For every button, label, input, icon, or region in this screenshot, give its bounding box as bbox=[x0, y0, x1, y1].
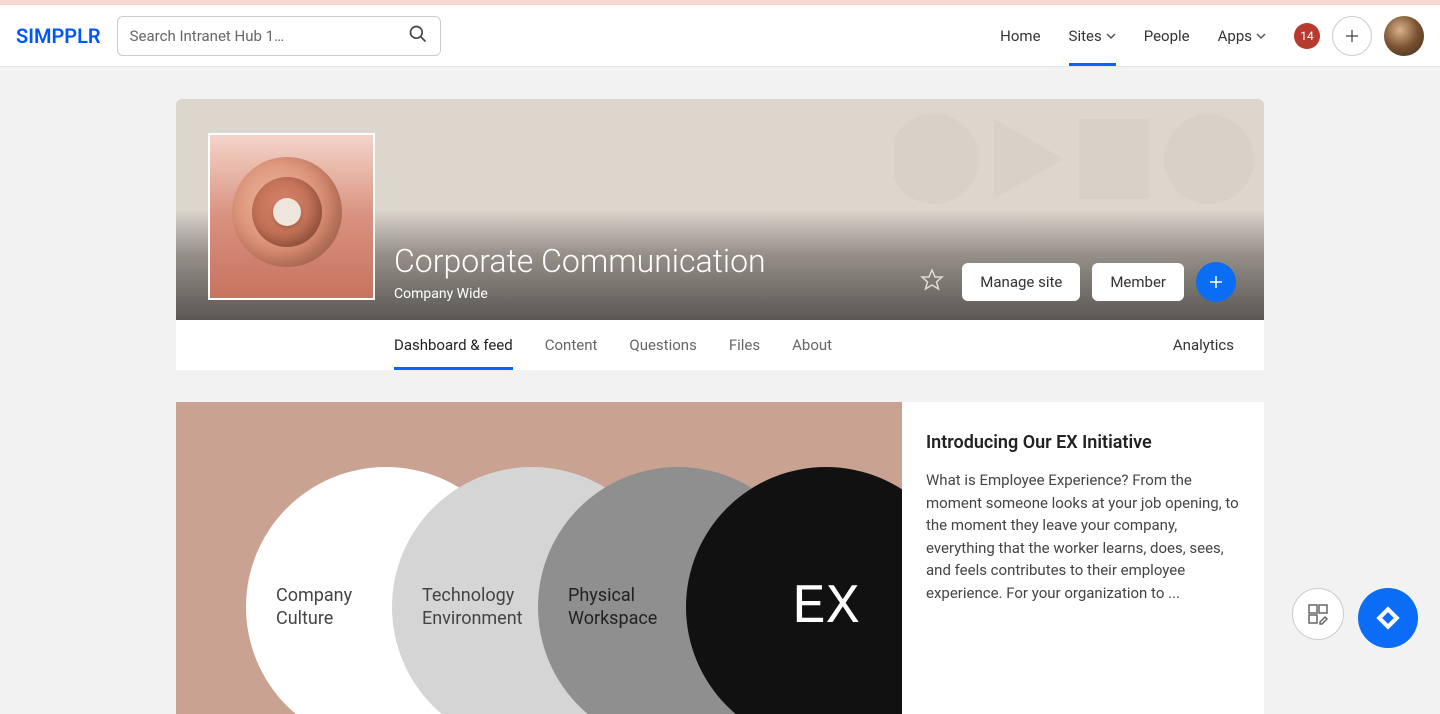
global-header: SIMPPLR Home Sites People Apps 14 bbox=[0, 5, 1440, 67]
nav-sites[interactable]: Sites bbox=[1055, 5, 1130, 66]
diagram-label: Technology bbox=[422, 584, 514, 607]
site-hero: Corporate Communication Company Wide Man… bbox=[176, 99, 1264, 320]
brand-logo[interactable]: SIMPPLR bbox=[16, 24, 101, 48]
nav-home[interactable]: Home bbox=[986, 5, 1054, 66]
feature-card: Company Culture Technology Environment P… bbox=[176, 402, 1264, 714]
analytics-link[interactable]: Analytics bbox=[1173, 336, 1234, 354]
hero-text: Corporate Communication Company Wide bbox=[394, 242, 766, 302]
help-button[interactable] bbox=[1358, 588, 1418, 648]
primary-nav: Home Sites People Apps 14 bbox=[986, 5, 1424, 66]
member-button[interactable]: Member bbox=[1092, 263, 1184, 301]
tab-files[interactable]: Files bbox=[713, 320, 776, 370]
chevron-down-icon bbox=[1106, 27, 1116, 45]
plus-icon bbox=[1343, 27, 1361, 45]
search-input[interactable] bbox=[130, 27, 408, 45]
feature-card-image: Company Culture Technology Environment P… bbox=[176, 402, 902, 714]
floating-actions bbox=[1292, 588, 1418, 648]
diagram-label: Physical bbox=[568, 584, 635, 607]
diagram-label: Culture bbox=[276, 607, 333, 630]
tab-about[interactable]: About bbox=[776, 320, 848, 370]
favorite-button[interactable] bbox=[920, 268, 944, 296]
edit-layout-button[interactable] bbox=[1292, 588, 1344, 640]
diamond-icon bbox=[1374, 604, 1402, 632]
feature-card-text: Introducing Our EX Initiative What is Em… bbox=[902, 402, 1264, 714]
feature-card-body: What is Employee Experience? From the mo… bbox=[926, 469, 1240, 604]
nav-people[interactable]: People bbox=[1130, 5, 1204, 66]
hero-decorative-shapes bbox=[894, 109, 1254, 213]
tab-questions[interactable]: Questions bbox=[613, 320, 712, 370]
megaphone-icon bbox=[232, 157, 352, 277]
site-title: Corporate Communication bbox=[394, 242, 766, 280]
nav-apps-label: Apps bbox=[1218, 27, 1252, 45]
tab-dashboard[interactable]: Dashboard & feed bbox=[394, 320, 529, 370]
notifications-badge[interactable]: 14 bbox=[1294, 23, 1320, 49]
search-icon bbox=[408, 24, 428, 48]
nav-sites-label: Sites bbox=[1069, 27, 1102, 45]
feature-card-title[interactable]: Introducing Our EX Initiative bbox=[926, 432, 1240, 453]
layout-edit-icon bbox=[1306, 602, 1330, 626]
tab-content[interactable]: Content bbox=[529, 320, 614, 370]
chevron-down-icon bbox=[1256, 27, 1266, 45]
hero-actions: Manage site Member bbox=[920, 262, 1236, 302]
manage-site-button[interactable]: Manage site bbox=[962, 263, 1080, 301]
diagram-label: Environment bbox=[422, 607, 523, 630]
user-avatar[interactable] bbox=[1384, 16, 1424, 56]
plus-icon bbox=[1207, 273, 1225, 291]
star-icon bbox=[920, 277, 944, 296]
site-avatar bbox=[208, 133, 375, 300]
global-add-button[interactable] bbox=[1332, 16, 1372, 56]
site-tabs: Dashboard & feed Content Questions Files… bbox=[176, 320, 1264, 370]
global-search[interactable] bbox=[117, 16, 441, 56]
diagram-label: Workspace bbox=[568, 607, 657, 630]
nav-apps[interactable]: Apps bbox=[1204, 5, 1280, 66]
diagram-label: EX bbox=[686, 571, 902, 644]
site-add-button[interactable] bbox=[1196, 262, 1236, 302]
main-content: Corporate Communication Company Wide Man… bbox=[176, 99, 1264, 714]
site-subtitle: Company Wide bbox=[394, 286, 766, 302]
diagram-label: Company bbox=[276, 584, 352, 607]
